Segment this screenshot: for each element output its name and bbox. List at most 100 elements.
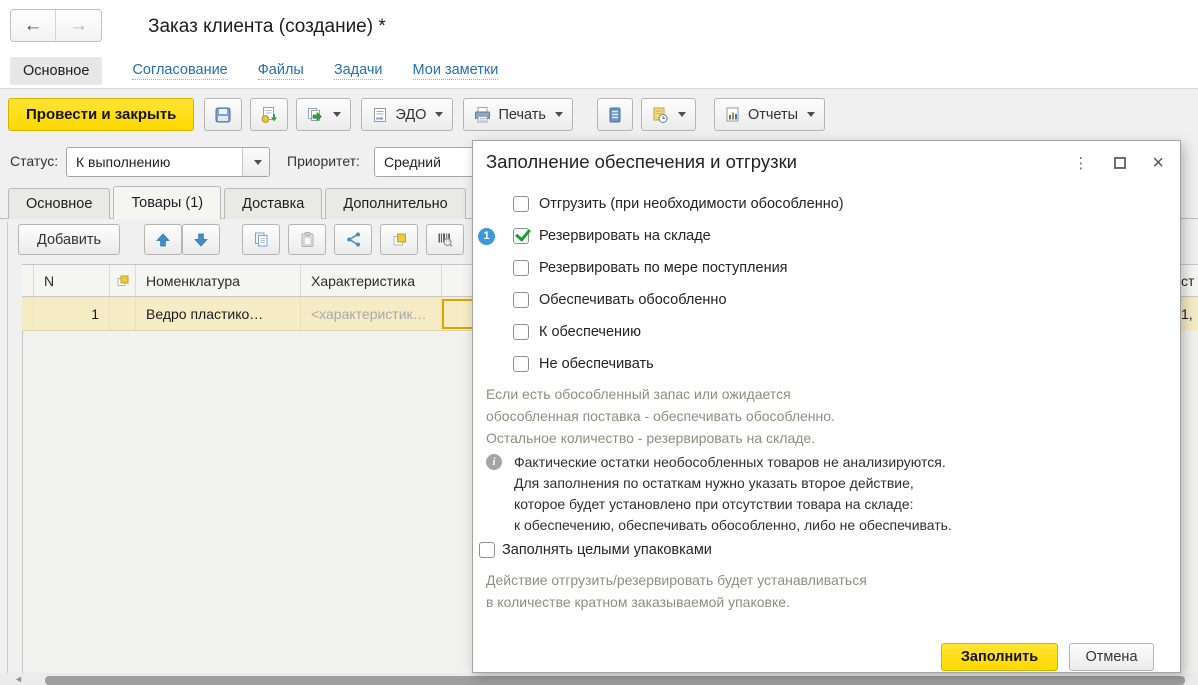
page-title: Заказ клиента (создание) *: [148, 16, 386, 38]
checkbox[interactable]: [513, 292, 529, 308]
column-header-characteristic-flag[interactable]: [110, 265, 136, 296]
detail-tabs: Основное Товары (1) Доставка Дополнитель…: [8, 186, 469, 219]
move-up-button[interactable]: [144, 224, 182, 255]
cell-n[interactable]: 1: [34, 297, 110, 330]
application-window: ← → Заказ клиента (создание) * Основное …: [0, 0, 1198, 685]
option-label[interactable]: Резервировать по мере поступления: [539, 260, 788, 276]
option-to-provision[interactable]: К обеспечению: [473, 316, 1173, 348]
post-document-button[interactable]: [250, 98, 288, 131]
kebab-menu-icon[interactable]: ⋮: [1073, 156, 1088, 171]
cell-characteristic-flag[interactable]: [110, 297, 136, 330]
edo-button[interactable]: ЭДО: [361, 98, 453, 131]
fill-provision-dialog: Заполнение обеспечения и отгрузки ⋮ × От…: [472, 140, 1181, 673]
nav-tab-notes[interactable]: Мои заметки: [413, 62, 499, 80]
checkbox[interactable]: [513, 356, 529, 372]
reports-label: Отчеты: [748, 107, 798, 123]
nav-tab-tasks[interactable]: Задачи: [334, 62, 383, 80]
nav-tab-approval[interactable]: Согласование: [132, 62, 227, 80]
status-dropdown-button[interactable]: [242, 148, 269, 176]
add-row-button[interactable]: Добавить: [18, 224, 120, 255]
option-label[interactable]: Не обеспечивать: [539, 356, 654, 372]
selected-cell-outline[interactable]: [442, 299, 474, 329]
dropdown-caret-icon: [333, 112, 341, 117]
panel-left-border: [7, 222, 8, 674]
back-button[interactable]: ←: [11, 10, 56, 41]
close-icon[interactable]: ×: [1152, 153, 1164, 173]
edo-document-icon: [371, 106, 389, 124]
clipped-column-header[interactable]: ст: [1181, 264, 1198, 297]
forward-button[interactable]: →: [56, 10, 101, 41]
nav-tab-main[interactable]: Основное: [10, 57, 102, 85]
paste-button[interactable]: [288, 224, 326, 255]
option-label[interactable]: Отгрузить (при необходимости обособленно…: [539, 196, 844, 212]
option-ship[interactable]: Отгрузить (при необходимости обособленно…: [473, 188, 1173, 220]
row-marker-header: [22, 265, 34, 296]
clipped-cell-value[interactable]: 1,: [1181, 297, 1198, 331]
status-value: К выполнению: [67, 148, 242, 176]
move-down-button[interactable]: [182, 224, 220, 255]
report-chart-icon: [724, 106, 742, 124]
option-whole-packs[interactable]: Заполнять целыми упаковками: [473, 535, 1173, 565]
priority-label: Приоритет:: [287, 153, 360, 169]
option-provide-separately[interactable]: Обеспечивать обособленно: [473, 284, 1173, 316]
save-button[interactable]: [204, 98, 242, 131]
register-records-button[interactable]: [597, 98, 633, 131]
info-icon: i: [486, 454, 502, 470]
maximize-icon[interactable]: [1114, 157, 1126, 169]
copy-icon: [253, 231, 270, 248]
split-row-button[interactable]: [334, 224, 372, 255]
dialog-window-controls: ⋮ ×: [1073, 153, 1164, 173]
floppy-icon: [214, 106, 232, 124]
document-schedule-button[interactable]: [641, 98, 696, 131]
option-label[interactable]: К обеспечению: [539, 324, 641, 340]
clipboard-icon: [299, 231, 316, 248]
option-label[interactable]: Резервировать на складе: [539, 228, 711, 244]
cancel-button[interactable]: Отмена: [1069, 643, 1154, 671]
cell-nomenclature[interactable]: Ведро пластико…: [136, 297, 301, 330]
tab-delivery[interactable]: Доставка: [224, 188, 322, 219]
checkbox[interactable]: [479, 542, 495, 558]
fill-button[interactable]: Заполнить: [941, 643, 1058, 671]
checkbox[interactable]: [513, 324, 529, 340]
checkbox[interactable]: [513, 196, 529, 212]
column-header-n[interactable]: N: [34, 265, 110, 296]
info-note-text: Фактические остатки необособленных товар…: [514, 452, 952, 536]
tab-additional[interactable]: Дополнительно: [325, 188, 465, 219]
column-header-nomenclature[interactable]: Номенклатура: [136, 265, 301, 296]
copy-button[interactable]: [242, 224, 280, 255]
tab-main[interactable]: Основное: [8, 188, 110, 219]
branch-icon: [345, 231, 362, 248]
post-document-icon: [260, 106, 278, 124]
checkbox[interactable]: [513, 260, 529, 276]
document-clock-icon: [651, 106, 669, 124]
characteristics-button[interactable]: [380, 224, 418, 255]
column-header-characteristic[interactable]: Характеристика: [301, 265, 442, 296]
barcode-search-button[interactable]: [426, 224, 464, 255]
arrow-right-icon: →: [69, 15, 88, 37]
scrollbar-thumb[interactable]: [45, 676, 1185, 685]
dropdown-caret-icon: [435, 112, 443, 117]
order-badge: 1: [478, 228, 495, 245]
reports-button[interactable]: Отчеты: [714, 98, 825, 131]
tab-goods[interactable]: Товары (1): [113, 186, 221, 219]
top-bar: ← → Заказ клиента (создание) * Основное …: [0, 0, 1198, 88]
arrow-left-icon: ←: [24, 15, 43, 37]
checkbox[interactable]: [513, 228, 529, 244]
dropdown-caret-icon: [678, 112, 686, 117]
option-reserve-warehouse[interactable]: 1 Резервировать на складе: [473, 220, 1173, 252]
create-based-on-button[interactable]: [296, 98, 351, 131]
option-reserve-incoming[interactable]: Резервировать по мере поступления: [473, 252, 1173, 284]
cell-characteristic[interactable]: <характеристик…: [301, 297, 442, 330]
option-no-provision[interactable]: Не обеспечивать: [473, 348, 1173, 380]
status-select[interactable]: К выполнению: [66, 147, 270, 177]
option-label[interactable]: Заполнять целыми упаковками: [502, 542, 712, 558]
print-button[interactable]: Печать: [463, 98, 573, 131]
option-label[interactable]: Обеспечивать обособленно: [539, 292, 727, 308]
form-nav-tabs: Основное Согласование Файлы Задачи Мои з…: [10, 55, 498, 86]
post-and-close-button[interactable]: Провести и закрыть: [8, 98, 194, 131]
scroll-left-arrow-icon[interactable]: ◄: [14, 674, 23, 684]
horizontal-scrollbar: ◄: [0, 673, 1198, 685]
grid-toolbar: Добавить: [18, 224, 464, 255]
nav-tab-files[interactable]: Файлы: [258, 62, 304, 80]
printer-icon: [473, 106, 492, 124]
